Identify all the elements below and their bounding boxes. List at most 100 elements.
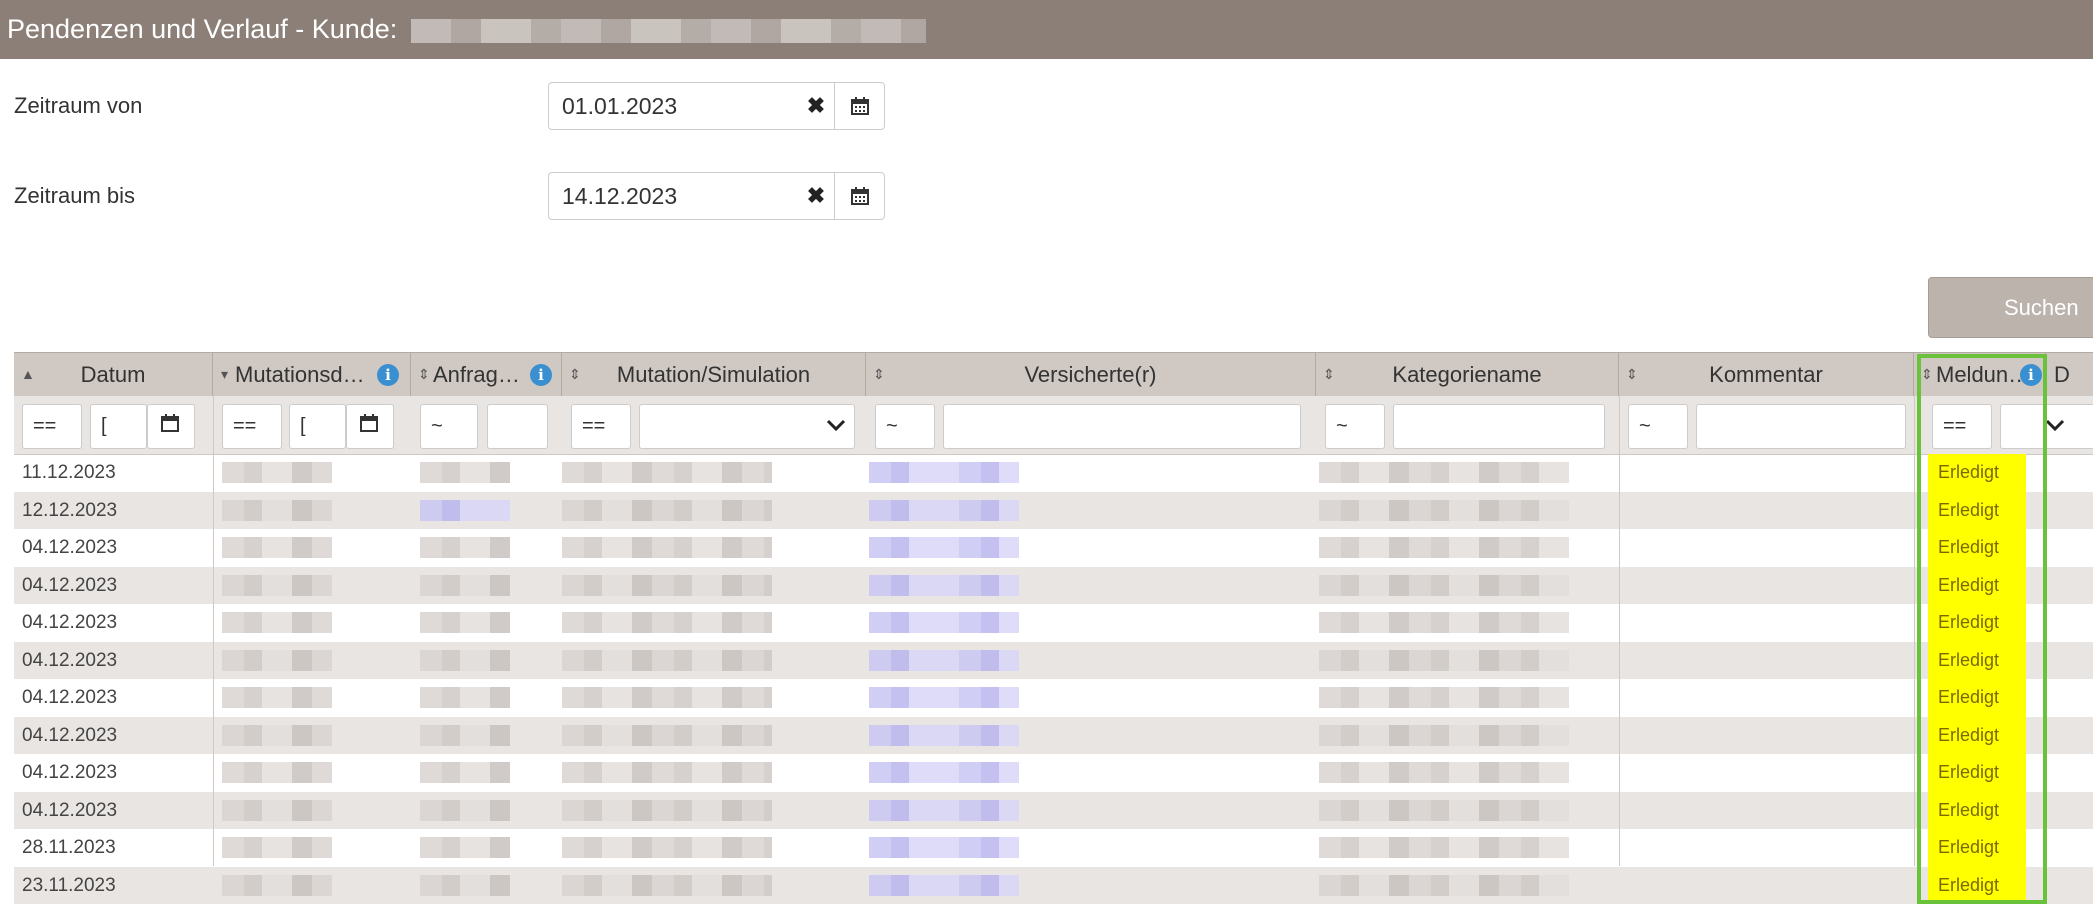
filter-input-datum[interactable]: [ (90, 404, 147, 449)
redacted-cell (562, 649, 772, 671)
info-icon[interactable]: i (530, 364, 552, 386)
filter-input-versicherte[interactable] (943, 404, 1301, 449)
filter-operator-anfrage[interactable]: ~ (420, 404, 478, 449)
status-badge: Erledigt (1928, 716, 2026, 754)
table-row[interactable]: 12.12.2023 Erledigt (14, 491, 2093, 529)
filter-input-anfrage[interactable] (487, 404, 548, 449)
filter-operator-datum[interactable]: == (22, 404, 82, 449)
redacted-cell (1319, 574, 1569, 596)
column-header-meldung[interactable]: ⇕ Meldun… i (1914, 353, 2046, 396)
table-row[interactable]: 04.12.2023 Erledigt (14, 566, 2093, 604)
filter-input-kategoriename[interactable] (1393, 404, 1605, 449)
column-header-datum[interactable]: ▲ Datum (14, 353, 213, 396)
clear-icon[interactable]: ✖ (798, 173, 834, 219)
redacted-cell (420, 649, 510, 671)
redacted-cell (562, 499, 772, 521)
redacted-cell (562, 799, 772, 821)
column-header-anfrage[interactable]: ⇕ Anfrag… i (411, 353, 562, 396)
redacted-cell (222, 687, 332, 708)
cell-datum: 04.12.2023 (22, 612, 118, 633)
column-header-d[interactable]: D (2046, 353, 2093, 396)
sort-icon[interactable]: ⇕ (418, 353, 430, 396)
table-row[interactable]: 04.12.2023 Erledigt (14, 791, 2093, 829)
filter-operator-kategoriename[interactable]: ~ (1325, 404, 1385, 449)
info-icon[interactable]: i (377, 364, 399, 386)
cell-datum: 28.11.2023 (22, 837, 116, 858)
redacted-cell (222, 499, 332, 521)
redacted-cell (869, 874, 1019, 896)
customer-name-redacted (410, 18, 926, 43)
cell-datum: 04.12.2023 (22, 799, 118, 821)
status-badge: Erledigt (1928, 566, 2026, 604)
cell-datum: 04.12.2023 (22, 537, 118, 558)
filter-operator-mutation-simulation[interactable]: == (571, 404, 631, 449)
status-badge: Erledigt (1928, 679, 2026, 717)
column-header-versicherte[interactable]: ⇕ Versicherte(r) (866, 353, 1316, 396)
calendar-icon[interactable] (834, 83, 884, 129)
filter-input-kommentar[interactable] (1696, 404, 1906, 449)
column-header-kategoriename[interactable]: ⇕ Kategoriename (1316, 353, 1619, 396)
column-header-mutationsdatum[interactable]: ▾ Mutationsd… i (213, 353, 411, 396)
redacted-cell (420, 799, 510, 821)
table-row[interactable]: 11.12.2023 Erledigt (14, 454, 2093, 492)
table-row[interactable]: 04.12.2023 Erledigt (14, 716, 2093, 754)
redacted-cell (1319, 837, 1569, 858)
search-button[interactable]: Suchen (1928, 277, 2093, 338)
redacted-cell (1319, 537, 1569, 558)
date-from-field[interactable]: 01.01.2023 ✖ (548, 82, 885, 130)
cell-datum: 04.12.2023 (22, 574, 118, 596)
cell-datum: 23.11.2023 (22, 874, 116, 896)
date-to-label: Zeitraum bis (14, 183, 136, 208)
table-row[interactable]: 04.12.2023 Erledigt (14, 529, 2093, 567)
redacted-cell (222, 762, 332, 783)
status-badge: Erledigt (1928, 529, 2026, 567)
table-row[interactable]: 23.11.2023 Erledigt (14, 866, 2093, 904)
status-badge: Erledigt (1928, 829, 2026, 867)
cell-datum: 11.12.2023 (22, 462, 116, 483)
redacted-cell (420, 499, 510, 521)
filter-input-mutationsdatum[interactable]: [ (289, 404, 346, 449)
calendar-icon[interactable] (834, 173, 884, 219)
table-row[interactable]: 04.12.2023 Erledigt (14, 641, 2093, 679)
filter-operator-kommentar[interactable]: ~ (1628, 404, 1688, 449)
status-badge: Erledigt (1928, 754, 2026, 792)
redacted-cell (1319, 724, 1569, 746)
redacted-cell (869, 799, 1019, 821)
column-header-mutation-simulation[interactable]: ⇕ Mutation/Simulation (562, 353, 866, 396)
sort-desc-icon[interactable]: ▾ (221, 353, 228, 396)
redacted-cell (222, 874, 332, 896)
redacted-cell (222, 724, 332, 746)
redacted-cell (869, 537, 1019, 558)
info-icon[interactable]: i (2020, 364, 2042, 386)
redacted-cell (869, 499, 1019, 521)
table-row[interactable]: 04.12.2023 Erledigt (14, 754, 2093, 792)
table-row[interactable]: 28.11.2023 Erledigt (14, 829, 2093, 867)
filter-operator-meldung[interactable]: == (1932, 404, 1992, 449)
date-to-field[interactable]: 14.12.2023 ✖ (548, 172, 885, 220)
filter-select-mutation-simulation[interactable] (639, 404, 855, 449)
table-row[interactable]: 04.12.2023 Erledigt (14, 679, 2093, 717)
calendar-icon[interactable] (147, 404, 195, 449)
cell-datum: 04.12.2023 (22, 687, 118, 708)
filter-operator-mutationsdatum[interactable]: == (222, 404, 282, 449)
redacted-cell (1319, 799, 1569, 821)
table-row[interactable]: 04.12.2023 Erledigt (14, 604, 2093, 642)
redacted-cell (869, 837, 1019, 858)
calendar-icon[interactable] (346, 404, 394, 449)
redacted-cell (869, 724, 1019, 746)
date-from-value[interactable]: 01.01.2023 (549, 83, 798, 129)
redacted-cell (420, 724, 510, 746)
clear-icon[interactable]: ✖ (798, 83, 834, 129)
column-header-kommentar[interactable]: ⇕ Kommentar (1619, 353, 1914, 396)
redacted-cell (869, 462, 1019, 483)
redacted-cell (562, 687, 772, 708)
redacted-cell (420, 762, 510, 783)
status-badge: Erledigt (1928, 866, 2026, 904)
redacted-cell (420, 687, 510, 708)
sort-icon[interactable]: ⇕ (1921, 353, 1933, 396)
date-to-value[interactable]: 14.12.2023 (549, 173, 798, 219)
filter-operator-versicherte[interactable]: ~ (875, 404, 935, 449)
redacted-cell (562, 537, 772, 558)
redacted-cell (1319, 649, 1569, 671)
redacted-cell (420, 837, 510, 858)
